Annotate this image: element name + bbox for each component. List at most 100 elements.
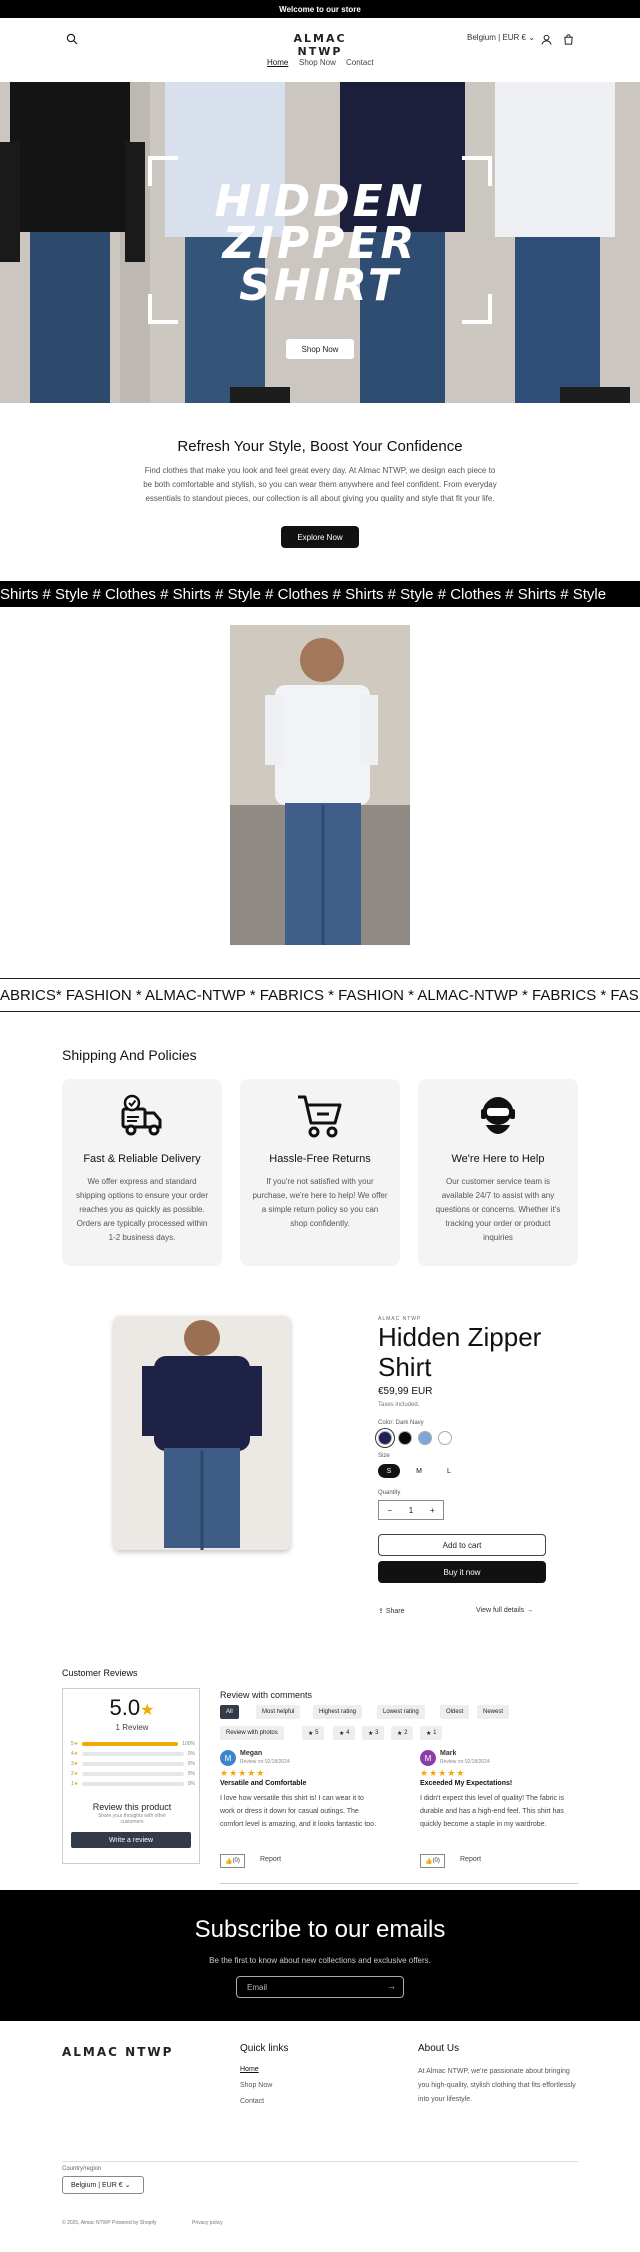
filter-label: 4 bbox=[346, 1730, 350, 1736]
size-option-s[interactable]: S bbox=[378, 1464, 400, 1478]
rating-bar-row: 2 ★ 0% bbox=[71, 1771, 195, 1777]
rating-bar bbox=[82, 1771, 184, 1776]
rating-bar-row: 3 ★ 0% bbox=[71, 1760, 195, 1767]
country-region-label: Country/region bbox=[62, 2166, 102, 2172]
footer-link-contact[interactable]: Contact bbox=[240, 2098, 264, 2105]
footer-link-home[interactable]: Home bbox=[240, 2066, 259, 2073]
product-image[interactable] bbox=[114, 1316, 290, 1550]
report-link[interactable]: Report bbox=[460, 1856, 481, 1863]
intro-title: Refresh Your Style, Boost Your Confidenc… bbox=[177, 438, 463, 455]
country-selector[interactable]: Belgium | EUR € ⌄ bbox=[62, 2176, 144, 2194]
card-text: If you're not satisfied with your purcha… bbox=[252, 1177, 388, 1228]
search-icon[interactable] bbox=[66, 32, 78, 45]
helpful-button[interactable]: 👍 (0) bbox=[420, 1854, 445, 1868]
copyright: © 2025, Almac NTWP Powered by Shopify bbox=[62, 2220, 157, 2226]
email-field[interactable]: Email → bbox=[236, 1976, 404, 1998]
swatch-white[interactable] bbox=[438, 1431, 452, 1445]
card-title: Hassle-Free Returns bbox=[269, 1153, 371, 1165]
delivery-truck-icon bbox=[117, 1091, 167, 1141]
buy-now-button[interactable]: Buy it now bbox=[378, 1561, 546, 1583]
likes-count: (0) bbox=[232, 1858, 240, 1864]
filter-3-star[interactable]: ★ 3 bbox=[362, 1726, 385, 1740]
plus-icon[interactable]: + bbox=[430, 1506, 435, 1515]
announcement-text: Welcome to our store bbox=[279, 4, 361, 14]
rating-bar bbox=[82, 1781, 184, 1786]
reviewer-name: Mark bbox=[440, 1750, 457, 1757]
explore-now-button[interactable]: Explore Now bbox=[281, 526, 359, 548]
newsletter-section: Subscribe to our emails Be the first to … bbox=[0, 1890, 640, 2021]
newsletter-title: Subscribe to our emails bbox=[194, 1916, 446, 1943]
report-link[interactable]: Report bbox=[260, 1856, 281, 1863]
swatch-black[interactable] bbox=[398, 1431, 412, 1445]
country-selector[interactable]: Belgium | EUR € ⌄ bbox=[467, 33, 535, 42]
add-to-cart-button[interactable]: Add to cart bbox=[378, 1534, 546, 1556]
share-button[interactable]: ⇪ Share bbox=[378, 1607, 405, 1615]
email-placeholder: Email bbox=[247, 1983, 268, 1992]
reviewer-name: Megan bbox=[240, 1750, 263, 1757]
filter-label: 2 bbox=[404, 1730, 408, 1736]
site-logo[interactable]: ALMAC NTWP bbox=[270, 32, 370, 58]
announcement-bar: Welcome to our store bbox=[0, 0, 640, 18]
filter-lowest-rating[interactable]: Lowest rating bbox=[377, 1705, 425, 1719]
review-comments-heading: Review with comments bbox=[220, 1690, 313, 1700]
avatar: M bbox=[220, 1750, 236, 1766]
card-text: We offer express and standard shipping o… bbox=[75, 1177, 209, 1242]
arrow-right-icon[interactable]: → bbox=[387, 1981, 396, 1991]
filter-oldest[interactable]: Oldest bbox=[440, 1705, 470, 1719]
site-footer: ALMAC NTWP Quick links Home Shop Now Con… bbox=[0, 2021, 640, 2252]
filter-newest[interactable]: Newest bbox=[477, 1705, 510, 1719]
rating-percent: 0% bbox=[187, 1750, 195, 1757]
filter-most-helpful[interactable]: Most helpful bbox=[256, 1705, 301, 1719]
footer-link-shop-now[interactable]: Shop Now bbox=[240, 2082, 272, 2089]
helpful-button[interactable]: 👍 (0) bbox=[220, 1854, 245, 1868]
nav-home[interactable]: Home bbox=[267, 58, 288, 67]
marquee-text: ABRICS* FASHION * ALMAC-NTWP * FABRICS *… bbox=[0, 986, 640, 1004]
quantity-stepper[interactable]: − 1 + bbox=[378, 1500, 444, 1520]
filter-1-star[interactable]: ★ 1 bbox=[420, 1726, 443, 1740]
filter-all[interactable]: All bbox=[220, 1705, 239, 1719]
featured-image bbox=[230, 625, 410, 945]
country-label: Belgium | EUR € bbox=[71, 2182, 123, 2189]
card-title: Fast & Reliable Delivery bbox=[83, 1153, 201, 1165]
review-count: 1 Review bbox=[115, 1723, 149, 1732]
privacy-policy-link[interactable]: Privacy policy bbox=[192, 2220, 223, 2226]
footer-logo[interactable]: ALMAC NTWP bbox=[62, 2045, 173, 2059]
swatch-dark-navy[interactable] bbox=[378, 1431, 392, 1445]
star-icon: ★ bbox=[73, 1780, 79, 1787]
rating-percent: 100% bbox=[182, 1740, 195, 1747]
filter-label: 1 bbox=[433, 1730, 437, 1736]
policy-card-returns: Hassle-Free Returns If you're not satisf… bbox=[240, 1079, 400, 1266]
nav-shop-now[interactable]: Shop Now bbox=[299, 58, 336, 67]
arrow-right-icon: → bbox=[526, 1607, 534, 1614]
star-icon: ★ bbox=[73, 1760, 79, 1767]
account-icon[interactable] bbox=[541, 32, 552, 50]
minus-icon[interactable]: − bbox=[387, 1506, 392, 1515]
view-full-details-link[interactable]: View full details → bbox=[476, 1607, 533, 1614]
rating-bar-row: 4 ★ 0% bbox=[71, 1750, 195, 1757]
star-icon: ★ bbox=[73, 1740, 79, 1747]
star-icon: ★ bbox=[368, 1730, 374, 1737]
marquee-brand-banner: ABRICS* FASHION * ALMAC-NTWP * FABRICS *… bbox=[0, 978, 640, 1012]
nav-contact[interactable]: Contact bbox=[346, 58, 374, 67]
filter-label: 3 bbox=[375, 1730, 379, 1736]
filter-4-star[interactable]: ★ 4 bbox=[333, 1726, 356, 1740]
filter-with-photos[interactable]: Review with photos bbox=[220, 1726, 284, 1740]
write-review-button[interactable]: Write a review bbox=[71, 1832, 191, 1848]
intro-text: Find clothes that make you look and feel… bbox=[143, 466, 497, 503]
filter-highest-rating[interactable]: Highest rating bbox=[313, 1705, 363, 1719]
marquee-text: Shirts # Style # Clothes # Shirts # Styl… bbox=[0, 585, 607, 603]
card-title: We're Here to Help bbox=[451, 1153, 545, 1165]
share-label: Share bbox=[385, 1608, 405, 1615]
swatch-light-blue[interactable] bbox=[418, 1431, 432, 1445]
cart-icon[interactable] bbox=[563, 32, 574, 50]
filter-5-star[interactable]: ★ 5 bbox=[302, 1726, 325, 1740]
review-date: Review on 02/18/2024 bbox=[240, 1759, 290, 1765]
rating-bar bbox=[82, 1741, 179, 1746]
size-option-m[interactable]: M bbox=[408, 1464, 430, 1478]
review-summary-box: 5.0★ 1 Review 5 ★ 100% 4 ★ 0% 3 ★ 0% 2 ★ 0% 1 ★ 0% Rev… bbox=[62, 1688, 200, 1864]
size-option-l[interactable]: L bbox=[438, 1464, 460, 1478]
country-label: Belgium | EUR € bbox=[467, 33, 526, 42]
hero-shop-now-button[interactable]: Shop Now bbox=[286, 339, 354, 359]
filter-2-star[interactable]: ★ 2 bbox=[391, 1726, 414, 1740]
rating-stars: ★★★★★ bbox=[220, 1768, 266, 1778]
